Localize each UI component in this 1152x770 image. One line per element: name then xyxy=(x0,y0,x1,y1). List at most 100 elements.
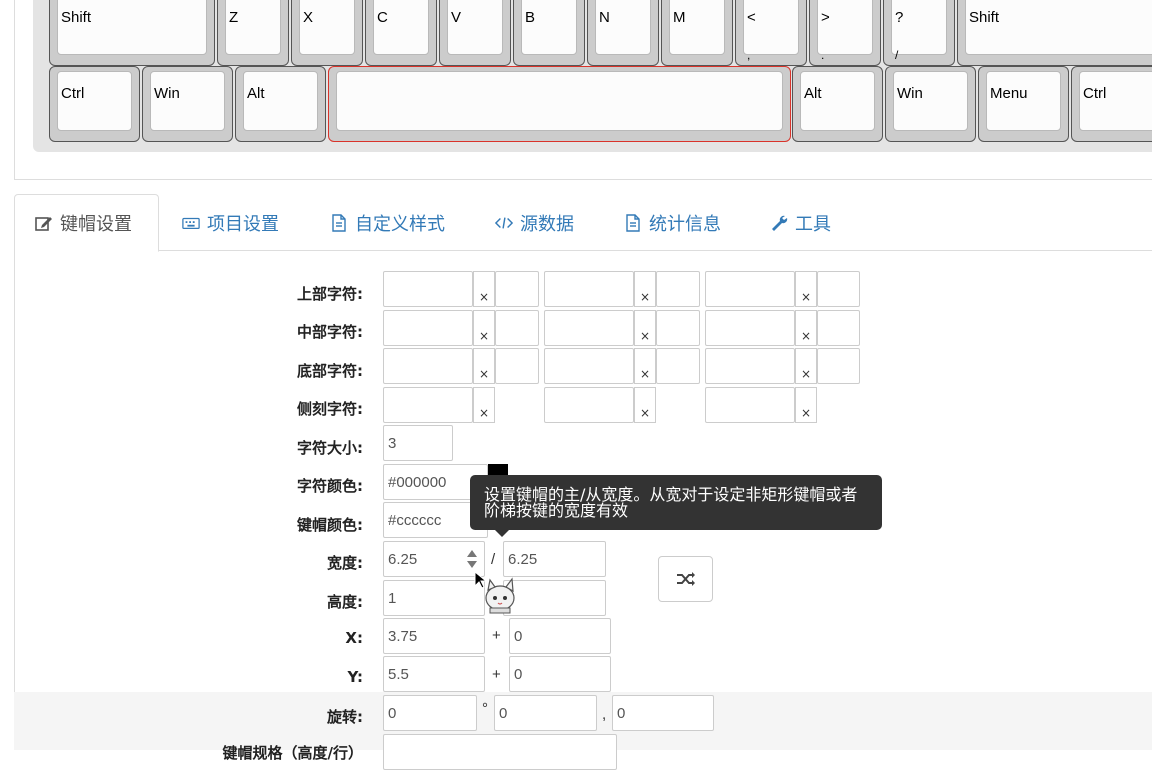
tab-label: 键帽设置 xyxy=(60,214,132,235)
bottom-legend-right-input[interactable] xyxy=(705,348,795,384)
bottom-legend-center-extra-input[interactable] xyxy=(656,348,700,384)
bottom-legend-left-input[interactable] xyxy=(383,348,473,384)
center-legend-center-input[interactable] xyxy=(544,310,634,346)
edit-icon xyxy=(35,217,52,231)
key-label: Alt xyxy=(804,85,822,102)
clear-top-legend-right-button[interactable]: × xyxy=(795,271,817,307)
file-text-icon xyxy=(626,213,640,232)
key-space[interactable] xyxy=(328,66,791,142)
rotation-comma: , xyxy=(602,706,607,723)
key-c[interactable]: C xyxy=(365,0,437,66)
center-legend-right-extra-input[interactable] xyxy=(817,310,860,346)
key-menu[interactable]: Menu xyxy=(978,66,1069,142)
bottom-legend-right-extra-input[interactable] xyxy=(817,348,860,384)
rotation-angle-input[interactable]: 0 xyxy=(383,695,477,731)
width-separator: / xyxy=(491,551,496,568)
top-legend-right-input[interactable] xyxy=(705,271,795,307)
key-alt-right[interactable]: Alt xyxy=(792,66,883,142)
top-legend-right-extra-input[interactable] xyxy=(817,271,860,307)
key-m[interactable]: M xyxy=(661,0,733,66)
tab-tools[interactable]: 工具 xyxy=(770,194,831,251)
clear-bottom-legend-left-button[interactable]: × xyxy=(473,348,495,384)
side-legend-left-input[interactable] xyxy=(383,387,473,423)
tab-keycap-settings[interactable]: 键帽设置 xyxy=(14,194,159,252)
key-sublabel: . xyxy=(821,48,825,62)
center-legend-center-extra-input[interactable] xyxy=(656,310,700,346)
clear-center-legend-left-button[interactable]: × xyxy=(473,310,495,346)
clear-side-legend-left-button[interactable]: × xyxy=(473,387,495,423)
label-x: X: xyxy=(345,629,363,647)
key-v[interactable]: V xyxy=(439,0,511,66)
key-b[interactable]: B xyxy=(513,0,585,66)
key-sublabel: / xyxy=(895,48,899,62)
key-shift-right[interactable]: Shift xyxy=(957,0,1152,66)
center-legend-left-extra-input[interactable] xyxy=(495,310,539,346)
tab-custom-style[interactable]: 自定义样式 xyxy=(330,194,445,251)
rotation-center-y-input[interactable]: 0 xyxy=(612,695,714,731)
key-period[interactable]: >. xyxy=(809,0,881,66)
top-legend-left-extra-input[interactable] xyxy=(495,271,539,307)
x-input[interactable]: 3.75 xyxy=(383,618,485,654)
y-input[interactable]: 5.5 xyxy=(383,656,485,692)
key-z[interactable]: Z xyxy=(217,0,289,66)
stepper-arrows-icon[interactable] xyxy=(466,548,478,570)
y-offset-input[interactable]: 0 xyxy=(509,656,611,692)
key-shift-left[interactable]: Shift xyxy=(49,0,215,66)
top-legend-center-extra-input[interactable] xyxy=(656,271,700,307)
tab-statistics[interactable]: 统计信息 xyxy=(624,194,721,251)
key-alt-left[interactable]: Alt xyxy=(235,66,326,142)
side-legend-right-input[interactable] xyxy=(705,387,795,423)
rotation-center-x-input[interactable]: 0 xyxy=(494,695,597,731)
clear-bottom-legend-right-button[interactable]: × xyxy=(795,348,817,384)
key-label: Ctrl xyxy=(61,85,85,102)
clear-top-legend-left-button[interactable]: × xyxy=(473,271,495,307)
tooltip-text: 设置键帽的主/从宽度。从宽对于设定非矩形键帽或者阶梯按键的宽度有效 xyxy=(484,485,858,520)
key-win-right[interactable]: Win xyxy=(885,66,976,142)
key-ctrl-right[interactable]: Ctrl xyxy=(1071,66,1152,142)
key-comma[interactable]: <, xyxy=(735,0,807,66)
key-x[interactable]: X xyxy=(291,0,363,66)
tab-label: 工具 xyxy=(795,213,831,235)
label-rotation: 旋转: xyxy=(327,708,363,726)
bottom-legend-left-extra-input[interactable] xyxy=(495,348,539,384)
keyboard-icon xyxy=(182,217,200,229)
width-tooltip: 设置键帽的主/从宽度。从宽对于设定非矩形键帽或者阶梯按键的宽度有效 xyxy=(470,475,882,537)
key-win-left[interactable]: Win xyxy=(142,66,233,142)
top-legend-left-input[interactable] xyxy=(383,271,473,307)
key-ctrl-left[interactable]: Ctrl xyxy=(49,66,140,142)
tab-raw-data[interactable]: 源数据 xyxy=(495,194,574,251)
y-plus: + xyxy=(492,666,501,683)
bottom-legend-center-input[interactable] xyxy=(544,348,634,384)
clear-center-legend-center-button[interactable]: × xyxy=(634,310,656,346)
cursor-cat-icon xyxy=(474,570,515,614)
label-bottom-legend: 底部字符: xyxy=(297,362,363,380)
key-n[interactable]: N xyxy=(587,0,659,66)
key-label: B xyxy=(525,9,536,26)
center-legend-right-input[interactable] xyxy=(705,310,795,346)
clear-bottom-legend-center-button[interactable]: × xyxy=(634,348,656,384)
height-primary-input[interactable]: 1 xyxy=(383,580,485,616)
label-keycap-profile: 键帽规格（高度/行） xyxy=(222,744,363,762)
clear-center-legend-right-button[interactable]: × xyxy=(795,310,817,346)
editor-tabs: 键帽设置 项目设置 自定义样式 源数据 统计信息 工具 xyxy=(14,194,1152,252)
center-legend-left-input[interactable] xyxy=(383,310,473,346)
tab-project-settings[interactable]: 项目设置 xyxy=(182,194,279,251)
label-height: 高度: xyxy=(327,593,363,611)
clear-top-legend-center-button[interactable]: × xyxy=(634,271,656,307)
label-text-color: 字符颜色: xyxy=(297,477,363,495)
key-slash[interactable]: ? / xyxy=(883,0,955,66)
tab-label: 项目设置 xyxy=(207,213,279,235)
file-icon xyxy=(332,213,346,232)
tab-label: 统计信息 xyxy=(649,213,721,235)
swap-width-button[interactable] xyxy=(658,556,713,602)
text-size-input[interactable]: 3 xyxy=(383,425,453,461)
wrench-icon xyxy=(772,215,788,231)
key-label: Win xyxy=(154,85,180,102)
top-legend-center-input[interactable] xyxy=(544,271,634,307)
clear-side-legend-right-button[interactable]: × xyxy=(795,387,817,423)
clear-side-legend-center-button[interactable]: × xyxy=(634,387,656,423)
keycap-profile-input[interactable] xyxy=(383,734,617,770)
side-legend-center-input[interactable] xyxy=(544,387,634,423)
x-offset-input[interactable]: 0 xyxy=(509,618,611,654)
key-label: N xyxy=(599,9,610,26)
